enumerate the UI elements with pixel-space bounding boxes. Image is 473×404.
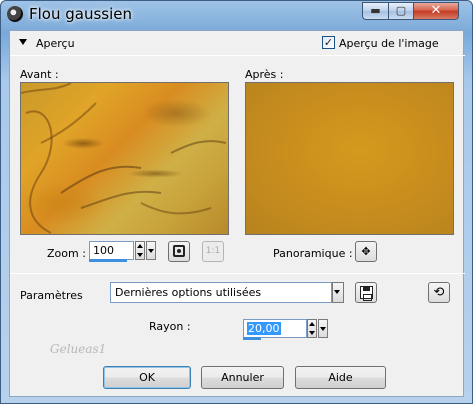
title-bar[interactable]: Flou gaussien ▬ ▢ ✕ (1, 1, 472, 29)
after-preview-image[interactable] (245, 82, 454, 235)
fit-window-icon (173, 245, 185, 257)
radius-value[interactable]: 20,00 (247, 322, 281, 335)
zoom-label: Zoom : (47, 247, 86, 260)
radius-slider-bar[interactable] (243, 337, 261, 340)
spin-down-icon[interactable] (137, 253, 143, 257)
pan-label: Panoramique : (273, 247, 353, 260)
preview-header: Aperçu ✓ Aperçu de l'image (10, 31, 465, 53)
zoom-input[interactable]: 100 (89, 241, 134, 260)
close-button[interactable]: ✕ (413, 2, 459, 20)
save-preset-button[interactable] (355, 282, 377, 303)
zoom-fit-button[interactable] (168, 241, 190, 262)
dialog-window: Flou gaussien ▬ ▢ ✕ Aperçu ✓ Aperçu de l… (0, 0, 473, 404)
zoom-spinner[interactable] (135, 241, 145, 260)
preset-dropdown-arrow[interactable] (332, 282, 344, 303)
texture-strokes (21, 83, 227, 234)
preview-section-label[interactable]: Aperçu (36, 37, 75, 50)
params-divider (10, 273, 465, 274)
app-icon (7, 6, 23, 22)
zoom-actual-size-button[interactable]: 1:1 (202, 241, 224, 262)
spin-down-icon[interactable] (309, 331, 315, 335)
before-preview-image[interactable] (20, 82, 229, 235)
ok-button[interactable]: OK (103, 366, 191, 389)
dialog-body: Aperçu ✓ Aperçu de l'image Avant : Après… (9, 30, 465, 397)
before-label: Avant : (20, 68, 59, 81)
preview-image-checkbox-label[interactable]: Aperçu de l'image (339, 37, 439, 50)
floppy-disk-icon (360, 286, 373, 301)
zoom-slider-bar[interactable] (89, 259, 127, 262)
collapse-triangle-icon[interactable] (19, 39, 27, 45)
spin-up-icon[interactable] (137, 244, 143, 248)
radius-label: Rayon : (149, 320, 191, 333)
after-label: Après : (245, 68, 284, 81)
watermark-signature: Gelueas1 (50, 342, 107, 356)
header-divider (10, 55, 465, 56)
zoom-dropdown-arrow[interactable] (146, 241, 156, 260)
window-title: Flou gaussien (29, 5, 133, 23)
radius-spinner[interactable] (307, 319, 317, 338)
radius-dropdown-arrow[interactable] (318, 319, 328, 338)
cancel-button[interactable]: Annuler (201, 366, 284, 389)
preview-image-checkbox[interactable]: ✓ (322, 36, 335, 49)
pan-button[interactable]: ✥ (355, 241, 377, 262)
reset-button[interactable]: ⟲ (428, 282, 450, 303)
params-label: Paramètres (20, 289, 83, 302)
radius-input[interactable]: 20,00 (243, 319, 307, 338)
preset-select[interactable]: Dernières options utilisées (110, 282, 332, 303)
maximize-button[interactable]: ▢ (388, 2, 414, 20)
spin-up-icon[interactable] (309, 322, 315, 326)
minimize-button[interactable]: ▬ (362, 2, 389, 20)
help-button[interactable]: Aide (295, 366, 386, 389)
